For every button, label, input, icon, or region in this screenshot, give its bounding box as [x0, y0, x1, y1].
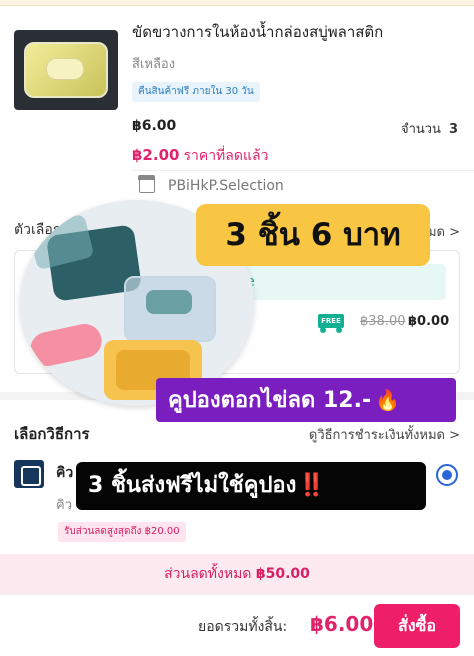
- discount-amount: ฿2.00: [132, 146, 180, 164]
- payment-radio-selected[interactable]: [436, 464, 458, 486]
- product-title[interactable]: ขัดขวางการในห้องน้ำกล่องสบู่พลาสติก: [132, 20, 383, 44]
- free-shipping-truck-icon: FREE: [318, 314, 344, 328]
- quantity-label: จำนวน: [400, 122, 441, 137]
- free-return-badge: คืนสินค้าฟรี ภายใน 30 วัน: [132, 82, 260, 102]
- product-thumbnail[interactable]: [14, 30, 118, 110]
- discount-label: ราคาที่ลดแล้ว: [183, 148, 269, 164]
- payment-method-title: เลือกวิธีการ: [14, 425, 90, 443]
- shipping-final-price: ฿0.00: [408, 314, 450, 329]
- store-icon: [138, 175, 155, 193]
- qr-payment-icon: [14, 460, 44, 488]
- payment-see-all-link[interactable]: ดูวิธีการชำระเงินทั้งหมด >: [309, 424, 460, 445]
- fire-icon: 🔥: [375, 388, 400, 412]
- double-exclamation-icon: ‼️: [298, 473, 326, 498]
- promo-headline: 3 ชิ้น 6 บาท: [196, 204, 430, 266]
- product-price: ฿6.00: [132, 118, 177, 134]
- store-row[interactable]: PBiHkP.Selection: [132, 170, 474, 202]
- top-strip: [0, 0, 474, 6]
- payment-promo-badge: รับส่วนลดสูงสุดถึง ฿20.00: [58, 522, 186, 542]
- choice-option[interactable]: oice: [220, 264, 446, 300]
- pink-soap-bar-image: [27, 320, 105, 370]
- grand-total-value: ฿6.00: [310, 612, 374, 636]
- discount-price-row: ฿2.00 ราคาที่ลดแล้ว: [132, 145, 268, 167]
- total-discount-label: ส่วนลดทั้งหมด: [164, 566, 252, 582]
- total-discount-bar: ส่วนลดทั้งหมด ฿50.00: [0, 554, 474, 594]
- quantity-value: 3: [448, 122, 458, 137]
- clear-dish-inner-image: [146, 290, 192, 314]
- coupon-text: คูปองตอกไข่ลด 12.-: [168, 388, 372, 413]
- store-name: PBiHkP.Selection: [168, 178, 284, 194]
- product-variant[interactable]: สีเหลือง: [132, 53, 175, 74]
- quantity: จำนวน 3: [401, 118, 458, 139]
- grand-total-label: ยอดรวมทั้งสิ้น:: [198, 619, 288, 635]
- payment-method-subtitle: คิว: [56, 498, 72, 513]
- free-shipping-banner: 3 ชิ้นส่งฟรีไม่ใช้คูปอง‼️: [76, 462, 426, 510]
- payment-method-name[interactable]: คิว: [56, 462, 73, 484]
- shipping-original-price: ฿38.00: [360, 314, 406, 329]
- truck-wheel-icon: [336, 327, 342, 333]
- free-shipping-text: 3 ชิ้นส่งฟรีไม่ใช้คูปอง: [88, 473, 297, 498]
- total-discount-value: ฿50.00: [255, 566, 310, 582]
- soap-lid-image: [46, 58, 84, 80]
- coupon-banner: คูปองตอกไข่ลด 12.- 🔥: [156, 378, 456, 422]
- truck-wheel-icon: [320, 327, 326, 333]
- checkout-button[interactable]: สั่งซื้อ: [374, 604, 460, 648]
